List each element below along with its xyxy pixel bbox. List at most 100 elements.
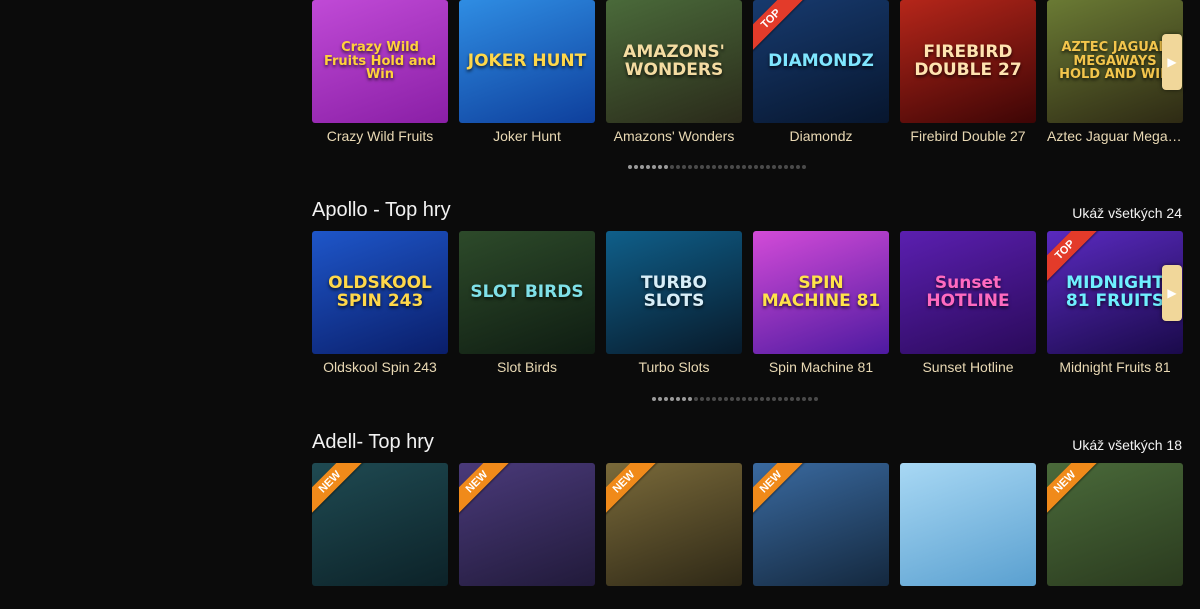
pagination-dot[interactable] <box>736 165 740 169</box>
pagination-dot[interactable] <box>694 165 698 169</box>
game-tile[interactable] <box>900 463 1036 591</box>
game-tile[interactable]: NEW <box>1047 463 1183 591</box>
game-tile[interactable]: Crazy Wild Fruits Hold and Win Crazy Wild… <box>312 0 448 144</box>
game-title[interactable]: Spin Machine 81 <box>753 359 889 375</box>
pagination-dot[interactable] <box>658 165 662 169</box>
show-all-link[interactable]: Ukáž všetkých 18 <box>1072 437 1182 453</box>
game-title[interactable]: Oldskool Spin 243 <box>312 359 448 375</box>
pagination-dot[interactable] <box>652 165 656 169</box>
game-thumbnail[interactable]: SPIN MACHINE 81 <box>753 231 889 354</box>
game-thumbnail[interactable]: NEW <box>1047 463 1183 586</box>
pagination-dot[interactable] <box>670 397 674 401</box>
game-title[interactable]: Diamondz <box>753 128 889 144</box>
game-title[interactable]: Turbo Slots <box>606 359 742 375</box>
pagination-dot[interactable] <box>796 165 800 169</box>
pagination-dot[interactable] <box>658 397 662 401</box>
game-title[interactable]: Aztec Jaguar Megaways <box>1047 128 1183 144</box>
game-tile[interactable]: NEW <box>606 463 742 591</box>
game-tile[interactable]: FIREBIRD DOUBLE 27 Firebird Double 27 <box>900 0 1036 144</box>
pagination-dot[interactable] <box>682 397 686 401</box>
pagination-dot[interactable] <box>790 165 794 169</box>
game-thumbnail[interactable]: NEW <box>459 463 595 586</box>
game-title[interactable]: Crazy Wild Fruits <box>312 128 448 144</box>
pagination-dot[interactable] <box>778 397 782 401</box>
pagination-dot[interactable] <box>706 397 710 401</box>
game-tile[interactable]: JOKER HUNT Joker Hunt <box>459 0 595 144</box>
pagination-dot[interactable] <box>772 165 776 169</box>
pagination-dot[interactable] <box>730 397 734 401</box>
pagination-dot[interactable] <box>694 397 698 401</box>
game-thumbnail[interactable]: TURBO SLOTS <box>606 231 742 354</box>
pagination-dot[interactable] <box>766 397 770 401</box>
game-tile[interactable]: SPIN MACHINE 81 Spin Machine 81 <box>753 231 889 375</box>
pagination-dot[interactable] <box>784 397 788 401</box>
pagination-dot[interactable] <box>760 397 764 401</box>
game-thumbnail[interactable]: JOKER HUNT <box>459 0 595 123</box>
pagination-dot[interactable] <box>754 397 758 401</box>
game-title[interactable]: Joker Hunt <box>459 128 595 144</box>
pagination-dot[interactable] <box>718 397 722 401</box>
pagination-dot[interactable] <box>748 397 752 401</box>
pagination-dot[interactable] <box>628 165 632 169</box>
pagination-dot[interactable] <box>670 165 674 169</box>
pagination-dot[interactable] <box>712 397 716 401</box>
game-tile[interactable]: DIAMONDZ TOP Diamondz <box>753 0 889 144</box>
pagination-dot[interactable] <box>778 165 782 169</box>
pagination-dot[interactable] <box>700 165 704 169</box>
pagination-dot[interactable] <box>712 165 716 169</box>
pagination-dot[interactable] <box>682 165 686 169</box>
game-thumbnail[interactable]: OLDSKOOL SPIN 243 <box>312 231 448 354</box>
game-thumbnail[interactable]: NEW <box>606 463 742 586</box>
pagination-dot[interactable] <box>814 397 818 401</box>
pagination-dot[interactable] <box>766 165 770 169</box>
pagination-dot[interactable] <box>724 397 728 401</box>
pagination-dot[interactable] <box>760 165 764 169</box>
pagination-dot[interactable] <box>688 165 692 169</box>
game-thumbnail[interactable]: NEW <box>753 463 889 586</box>
game-thumbnail[interactable]: SLOT BIRDS <box>459 231 595 354</box>
pagination-dot[interactable] <box>706 165 710 169</box>
pagination-dot[interactable] <box>700 397 704 401</box>
pagination-dot[interactable] <box>664 397 668 401</box>
pagination-dot[interactable] <box>730 165 734 169</box>
game-tile[interactable]: NEW <box>753 463 889 591</box>
pagination-dot[interactable] <box>634 165 638 169</box>
game-thumbnail[interactable] <box>900 463 1036 586</box>
pagination-dot[interactable] <box>802 397 806 401</box>
game-tile[interactable]: AMAZONS' WONDERS Amazons' Wonders <box>606 0 742 144</box>
game-title[interactable]: Midnight Fruits 81 <box>1047 359 1183 375</box>
game-tile[interactable]: NEW <box>459 463 595 591</box>
pagination-dot[interactable] <box>772 397 776 401</box>
game-title[interactable]: Amazons' Wonders <box>606 128 742 144</box>
pagination-dot[interactable] <box>640 165 644 169</box>
game-title[interactable]: Sunset Hotline <box>900 359 1036 375</box>
game-thumbnail[interactable]: AMAZONS' WONDERS <box>606 0 742 123</box>
pagination-dot[interactable] <box>676 165 680 169</box>
pagination-dot[interactable] <box>736 397 740 401</box>
pagination-dot[interactable] <box>646 165 650 169</box>
pagination-dot[interactable] <box>724 165 728 169</box>
pagination-dot[interactable] <box>802 165 806 169</box>
pagination-dot[interactable] <box>742 165 746 169</box>
pagination-dot[interactable] <box>754 165 758 169</box>
game-thumbnail[interactable]: NEW <box>312 463 448 586</box>
game-tile[interactable]: Sunset HOTLINE Sunset Hotline <box>900 231 1036 375</box>
pagination-dot[interactable] <box>748 165 752 169</box>
game-title[interactable]: Firebird Double 27 <box>900 128 1036 144</box>
pagination-dot[interactable] <box>676 397 680 401</box>
game-title[interactable]: Slot Birds <box>459 359 595 375</box>
carousel-next-button[interactable]: ▶ <box>1162 265 1182 321</box>
pagination-dot[interactable] <box>664 165 668 169</box>
pagination-dot[interactable] <box>796 397 800 401</box>
game-thumbnail[interactable]: FIREBIRD DOUBLE 27 <box>900 0 1036 123</box>
pagination-dot[interactable] <box>808 397 812 401</box>
pagination-dot[interactable] <box>652 397 656 401</box>
pagination-dot[interactable] <box>742 397 746 401</box>
game-tile[interactable]: NEW <box>312 463 448 591</box>
pagination-dot[interactable] <box>784 165 788 169</box>
game-tile[interactable]: OLDSKOOL SPIN 243 Oldskool Spin 243 <box>312 231 448 375</box>
pagination-dot[interactable] <box>790 397 794 401</box>
carousel-next-button[interactable]: ▶ <box>1162 34 1182 90</box>
pagination-dot[interactable] <box>688 397 692 401</box>
show-all-link[interactable]: Ukáž všetkých 24 <box>1072 205 1182 221</box>
